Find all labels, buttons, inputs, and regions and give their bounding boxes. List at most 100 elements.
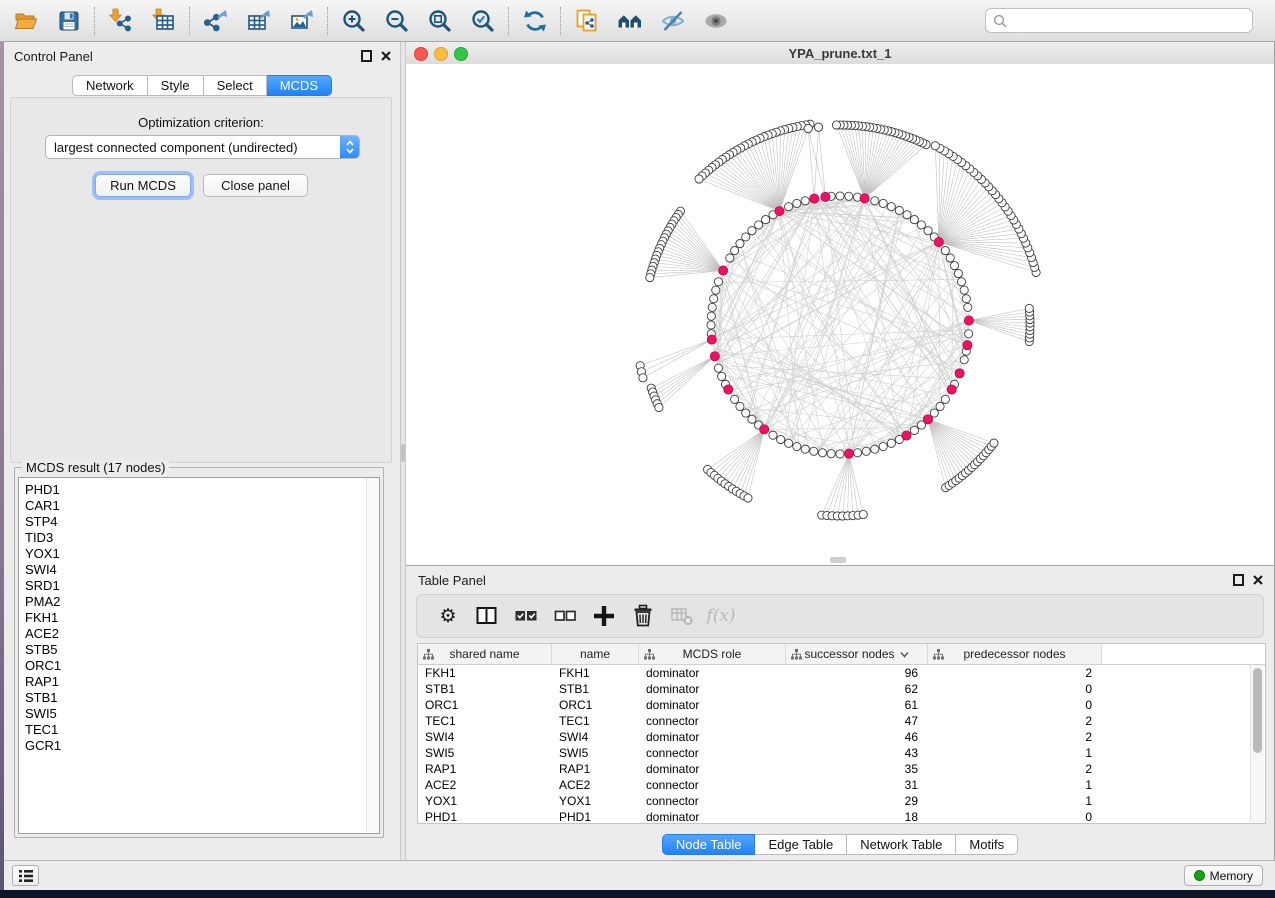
zoom-fit-button[interactable] [418,3,461,39]
column-namespace-icon [933,649,944,660]
zoom-out-button[interactable] [375,3,418,39]
tab-network-table[interactable]: Network Table [847,834,956,855]
hide-selected-button[interactable] [651,3,694,39]
mcds-result-item[interactable]: ACE2 [25,626,379,642]
table-cell: connector [639,745,786,761]
open-button[interactable] [4,3,47,39]
search-input[interactable] [1012,12,1252,29]
table-settings-button[interactable]: ⚙ [435,603,461,629]
table-scrollbar[interactable] [1250,665,1264,822]
memory-status-icon [1194,870,1205,881]
search-box[interactable] [985,8,1253,33]
close-panel-button[interactable] [380,50,391,61]
table-close-panel-button[interactable] [1252,574,1263,585]
tab-mcds[interactable]: MCDS [267,75,332,96]
task-history-button[interactable] [12,865,39,886]
mcds-result-item[interactable]: STB1 [25,690,379,706]
select-all-icon [513,603,539,629]
export-network-icon [203,8,229,34]
mcds-result-item[interactable]: SWI5 [25,706,379,722]
save-button[interactable] [47,3,90,39]
new-network-from-selection-icon [574,8,600,34]
node-table[interactable]: shared namenameMCDS rolesuccessor nodesp… [417,643,1266,824]
import-network-button[interactable] [99,3,142,39]
column-header-successor-nodes[interactable]: successor nodes [786,644,928,665]
table-float-panel-button[interactable] [1233,574,1244,585]
horizontal-splitter-grip[interactable] [830,557,846,563]
memory-button-label: Memory [1210,869,1253,883]
tab-edge-table[interactable]: Edge Table [755,834,847,855]
export-table-button[interactable] [237,3,280,39]
column-header-mcds-role[interactable]: MCDS role [639,644,786,665]
tab-network[interactable]: Network [72,75,148,96]
close-panel-action-button[interactable]: Close panel [203,174,308,197]
create-column-button[interactable] [591,603,617,629]
zoom-selected-button[interactable] [461,3,504,39]
show-hide-columns-icon [474,603,500,629]
run-mcds-button[interactable]: Run MCDS [95,174,191,197]
memory-button[interactable]: Memory [1184,865,1263,886]
mcds-result-list[interactable]: PHD1CAR1STP4TID3YOX1SWI4SRD1PMA2FKH1ACE2… [18,477,380,834]
mcds-result-item[interactable]: PMA2 [25,594,379,610]
float-panel-button[interactable] [361,50,372,61]
new-network-from-selection-button[interactable] [565,3,608,39]
mcds-result-item[interactable]: TEC1 [25,722,379,738]
table-scrollbar-thumb[interactable] [1253,668,1262,753]
table-cell: dominator [639,681,786,697]
vertical-splitter-grip[interactable] [401,444,405,462]
tab-select[interactable]: Select [204,75,267,96]
mcds-result-scrollbar[interactable] [366,478,379,833]
show-all-button[interactable] [694,3,737,39]
toolbar-separator [327,7,328,35]
table-row[interactable]: RAP1RAP1dominator352 [418,761,1265,777]
table-row[interactable]: TEC1TEC1connector472 [418,713,1265,729]
graph-dominator-nodes[interactable] [707,192,973,458]
tab-motifs[interactable]: Motifs [956,834,1018,855]
mcds-result-item[interactable]: YOX1 [25,546,379,562]
mcds-result-item[interactable]: STB5 [25,642,379,658]
mcds-result-item[interactable]: CAR1 [25,498,379,514]
first-neighbors-button[interactable] [608,3,651,39]
mcds-result-item[interactable]: TID3 [25,530,379,546]
mcds-result-item[interactable]: FKH1 [25,610,379,626]
table-row[interactable]: SWI4SWI4dominator462 [418,729,1265,745]
column-header-shared-name[interactable]: shared name [418,644,552,665]
mcds-result-item[interactable]: PHD1 [25,482,379,498]
table-row[interactable]: STB1STB1dominator620 [418,681,1265,697]
network-graph[interactable] [406,64,1273,563]
select-all-button[interactable] [513,603,539,629]
column-header-name[interactable]: name [552,644,639,665]
table-cell: 0 [928,681,1102,697]
table-cell: SWI5 [418,745,552,761]
zoom-in-button[interactable] [332,3,375,39]
export-network-button[interactable] [194,3,237,39]
optimization-criterion-select[interactable]: largest connected component (undirected) [45,135,360,159]
network-window-titlebar[interactable]: YPA_prune.txt_1 [406,42,1274,65]
table-row[interactable]: PHD1PHD1dominator180 [418,809,1265,824]
tab-style[interactable]: Style [148,75,204,96]
tab-node-table[interactable]: Node Table [662,834,756,855]
mcds-result-item[interactable]: RAP1 [25,674,379,690]
import-table-button[interactable] [142,3,185,39]
table-row[interactable]: ORC1ORC1dominator610 [418,697,1265,713]
toolbar-separator [560,7,561,35]
table-row[interactable]: YOX1YOX1connector291 [418,793,1265,809]
table-panel-tabs: Node TableEdge TableNetwork TableMotifs [406,834,1274,855]
table-row[interactable]: FKH1FKH1dominator962 [418,665,1265,681]
table-row[interactable]: SWI5SWI5connector431 [418,745,1265,761]
mcds-result-item[interactable]: ORC1 [25,658,379,674]
table-cell: 43 [786,745,928,761]
table-cell-filler [1102,665,1265,681]
refresh-button[interactable] [513,3,556,39]
mcds-result-item[interactable]: SWI4 [25,562,379,578]
export-image-button[interactable] [280,3,323,39]
delete-columns-button[interactable] [630,603,656,629]
mcds-result-item[interactable]: GCR1 [25,738,379,754]
mcds-result-item[interactable]: STP4 [25,514,379,530]
mcds-result-item[interactable]: SRD1 [25,578,379,594]
column-header-predecessor-nodes[interactable]: predecessor nodes [928,644,1102,665]
network-canvas[interactable] [406,64,1274,565]
table-row[interactable]: ACE2ACE2connector311 [418,777,1265,793]
show-hide-columns-button[interactable] [474,603,500,629]
deselect-all-button[interactable] [552,603,578,629]
